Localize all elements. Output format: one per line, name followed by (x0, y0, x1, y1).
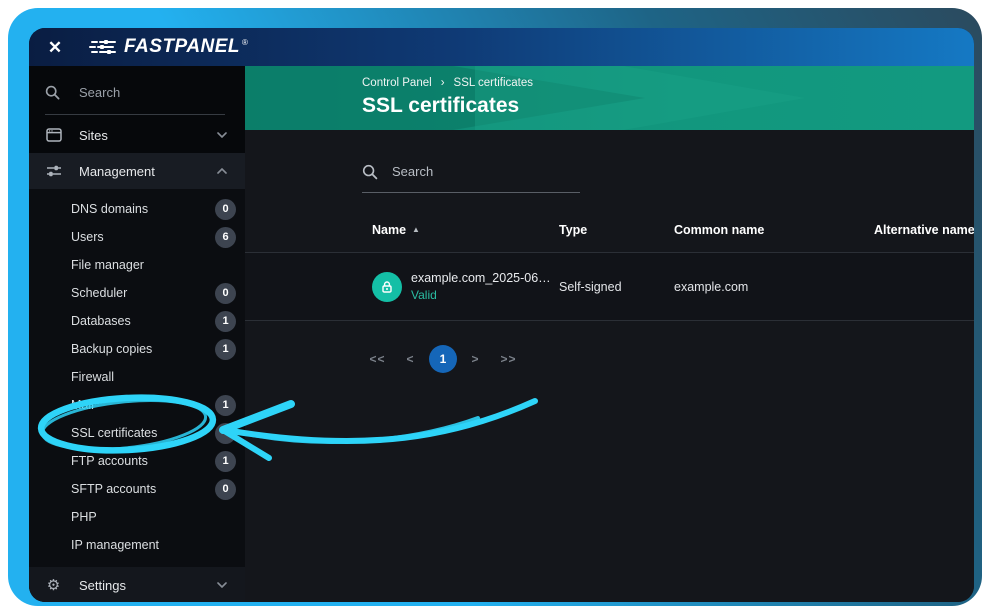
count-badge: 1 (215, 311, 236, 332)
fastpanel-logo[interactable]: FASTPANEL ® (89, 36, 248, 58)
certificates-search[interactable] (362, 163, 580, 193)
sort-ascending-icon: ▲ (412, 225, 420, 234)
sidebar-item-label: SSL certificates (71, 426, 215, 440)
sidebar-item-label: IP management (71, 538, 236, 552)
close-icon[interactable]: ✕ (45, 39, 65, 56)
sidebar-item-label: Management (79, 164, 200, 179)
column-header-common-name[interactable]: Common name (674, 223, 874, 237)
sidebar-item-label: PHP (71, 510, 236, 524)
column-label: Name (372, 223, 406, 237)
registered-mark: ® (242, 38, 248, 47)
search-icon (45, 85, 60, 100)
sidebar-item-label: Settings (79, 578, 200, 593)
certificate-status[interactable]: Valid (411, 288, 551, 302)
certificate-lock-badge (372, 272, 402, 302)
sidebar-item-label: Sites (79, 128, 200, 143)
sidebar-item-label: Users (71, 230, 215, 244)
sidebar-item-label: Mail (71, 398, 215, 412)
sidebar-item-label: SFTP accounts (71, 482, 215, 496)
sidebar-item-databases[interactable]: Databases 1 (29, 307, 245, 335)
sidebar-item-settings[interactable]: ⚙ Settings (29, 567, 245, 602)
column-header-alternative-names[interactable]: Alternative names (874, 223, 974, 237)
certificates-search-input[interactable] (390, 163, 554, 180)
sidebar-item-sites[interactable]: Sites (29, 117, 245, 153)
page-title: SSL certificates (362, 94, 974, 118)
sidebar-item-label: Backup copies (71, 342, 215, 356)
sliders-icon (45, 164, 62, 178)
count-badge: 0 (215, 479, 236, 500)
count-badge: 0 (215, 283, 236, 304)
search-icon (362, 164, 378, 180)
sidebar-item-sftp-accounts[interactable]: SFTP accounts 0 (29, 475, 245, 503)
sidebar-item-ssl-certificates[interactable]: SSL certificates (29, 419, 245, 447)
count-badge: 1 (215, 451, 236, 472)
chevron-down-icon (217, 132, 227, 138)
main-content: Control Panel › SSL certificates SSL cer… (245, 66, 974, 602)
lock-icon (380, 280, 394, 294)
top-bar: ✕ FASTPANEL ® (29, 28, 974, 66)
gear-icon: ⚙ (45, 578, 62, 593)
count-badge: 1 (215, 339, 236, 360)
pagination: << < 1 > >> (361, 345, 974, 373)
sidebar-item-ftp-accounts[interactable]: FTP accounts 1 (29, 447, 245, 475)
sidebar-item-dns-domains[interactable]: DNS domains 0 (29, 195, 245, 223)
column-label: Common name (674, 223, 764, 237)
sidebar-item-label: File manager (71, 258, 236, 272)
sidebar-item-users[interactable]: Users 6 (29, 223, 245, 251)
window-frame: ✕ FASTPANEL ® (8, 8, 982, 606)
count-badge: 0 (215, 199, 236, 220)
certificate-name[interactable]: example.com_2025-06… (411, 271, 551, 285)
count-badge: 1 (215, 395, 236, 416)
brand-name: FASTPANEL (124, 36, 240, 58)
management-submenu: DNS domains 0 Users 6 File manager Sched… (29, 189, 245, 567)
sidebar-item-backup-copies[interactable]: Backup copies 1 (29, 335, 245, 363)
fastpanel-window: ✕ FASTPANEL ® (29, 28, 974, 602)
certificate-type: Self-signed (559, 280, 674, 294)
pagination-current-page[interactable]: 1 (429, 345, 457, 373)
sidebar-item-label: DNS domains (71, 202, 215, 216)
breadcrumb-separator: › (441, 77, 445, 89)
chevron-up-icon (217, 168, 227, 174)
sidebar-item-php[interactable]: PHP (29, 503, 245, 531)
certificates-table: Name ▲ Type Common name Alternative name… (245, 207, 974, 321)
pagination-next-button[interactable]: > (459, 352, 492, 366)
sidebar: Sites Management DNS dom (29, 66, 245, 602)
breadcrumb: Control Panel › SSL certificates (362, 77, 974, 89)
page-header: Control Panel › SSL certificates SSL cer… (245, 66, 974, 130)
table-header-row: Name ▲ Type Common name Alternative name… (245, 207, 974, 253)
sidebar-search[interactable] (45, 84, 225, 115)
count-badge (215, 423, 236, 444)
column-header-name[interactable]: Name ▲ (372, 223, 559, 237)
count-badge: 6 (215, 227, 236, 248)
browser-window-icon (45, 128, 62, 142)
sidebar-item-label: Scheduler (71, 286, 215, 300)
sidebar-search-input[interactable] (77, 84, 201, 101)
sidebar-item-ip-management[interactable]: IP management (29, 531, 245, 559)
pagination-last-button[interactable]: >> (492, 352, 525, 366)
sidebar-item-label: Databases (71, 314, 215, 328)
sidebar-item-scheduler[interactable]: Scheduler 0 (29, 279, 245, 307)
sidebar-item-firewall[interactable]: Firewall (29, 363, 245, 391)
sidebar-item-file-manager[interactable]: File manager (29, 251, 245, 279)
sidebar-item-mail[interactable]: Mail 1 (29, 391, 245, 419)
equalizer-icon (89, 38, 117, 56)
chevron-down-icon (217, 582, 227, 588)
column-label: Type (559, 223, 587, 237)
pagination-prev-button[interactable]: < (394, 352, 427, 366)
sidebar-item-label: FTP accounts (71, 454, 215, 468)
sidebar-item-label: Firewall (71, 370, 236, 384)
breadcrumb-control-panel[interactable]: Control Panel (362, 77, 432, 89)
table-row[interactable]: example.com_2025-06… Valid Self-signed e… (245, 253, 974, 321)
column-header-type[interactable]: Type (559, 223, 674, 237)
certificate-common-name: example.com (674, 280, 874, 294)
pagination-first-button[interactable]: << (361, 352, 394, 366)
breadcrumb-current: SSL certificates (454, 77, 533, 89)
column-label: Alternative names (874, 223, 974, 237)
sidebar-item-management[interactable]: Management (29, 153, 245, 189)
